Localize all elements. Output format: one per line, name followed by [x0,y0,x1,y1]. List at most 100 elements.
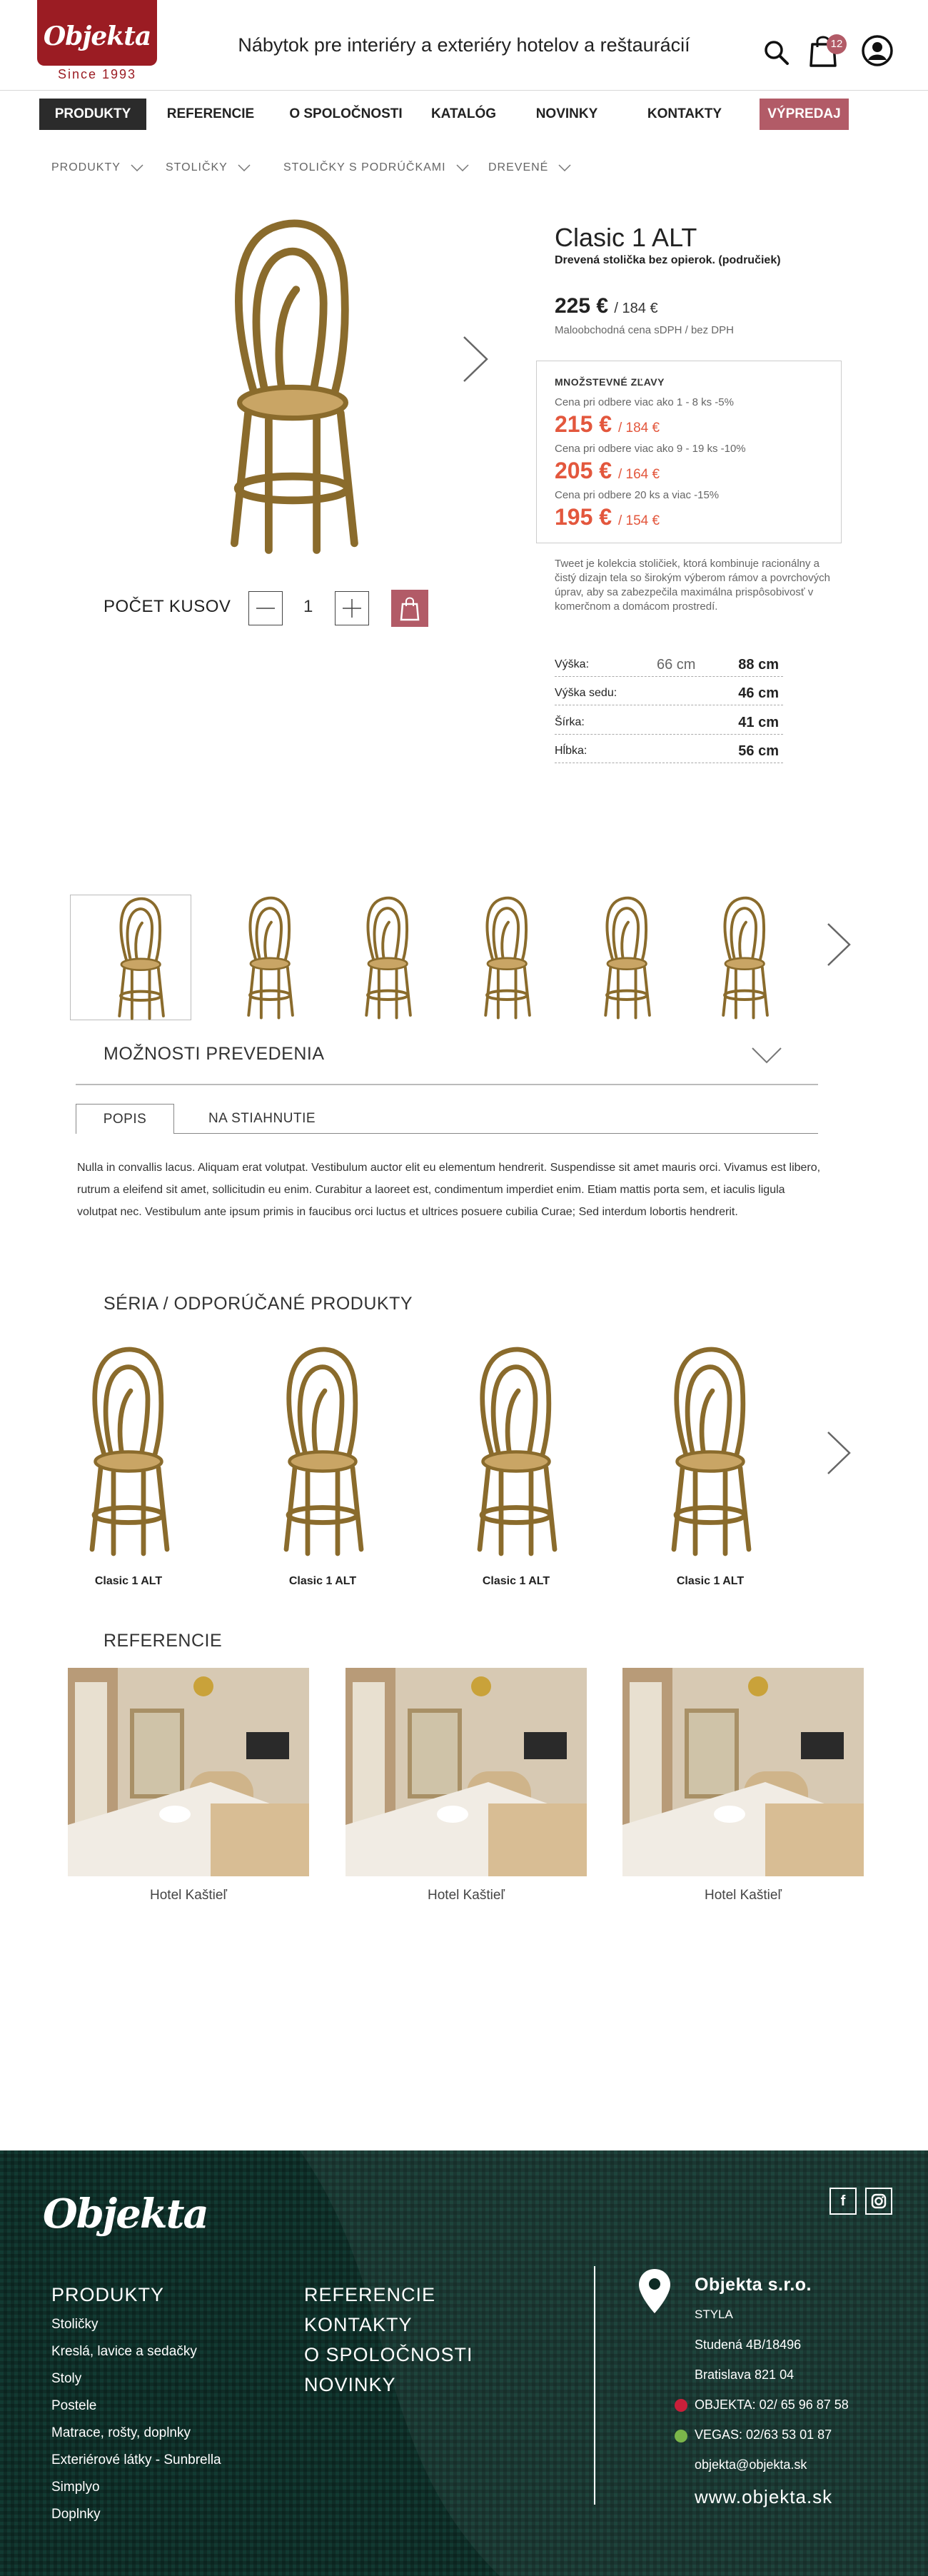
dimension-alt-value: 66 cm [657,657,696,673]
breadcrumb-label: STOLIČKY [166,161,228,173]
gallery-thumbnail[interactable] [557,895,678,1020]
discount-price: 205 € / 164 € [555,458,660,484]
related-product-name[interactable]: Clasic 1 ALT [50,1575,207,1588]
footer-email[interactable]: objekta@objekta.sk [695,2457,807,2472]
footer-product-link[interactable]: Stoly [51,2371,81,2387]
footer-products-title[interactable]: PRODUKTY [51,2284,164,2306]
related-product-name[interactable]: Clasic 1 ALT [632,1575,789,1588]
quantity-increase-button[interactable] [335,591,369,625]
discounts-title: MNOŽSTEVNÉ ZĽAVY [555,376,665,388]
reference-name[interactable]: Hotel Kaštieľ [346,1888,587,1903]
account-icon[interactable] [861,34,894,67]
search-icon[interactable] [762,39,791,67]
reference-image[interactable] [68,1668,309,1876]
gallery-thumbnail[interactable] [437,895,558,1020]
logo[interactable]: Objekta [37,0,157,66]
nav-kontakty[interactable]: KONTAKTY [637,99,732,130]
discount-price: 215 € / 184 € [555,411,660,438]
related-next-arrow-icon[interactable] [826,1431,852,1475]
phone-green-dot-icon [675,2430,687,2442]
discount-gross: 195 € [555,504,612,530]
discount-label: Cena pri odbere viac ako 9 - 19 ks -10% [555,443,746,455]
tab-na-stiahnutie[interactable]: NA STIAHNUTIE [187,1104,337,1134]
chevron-down-icon [558,164,571,171]
discount-gross: 205 € [555,458,612,483]
add-to-cart-button[interactable] [391,590,428,627]
related-product-image[interactable] [445,1344,587,1558]
nav-katalog[interactable]: KATALÓG [423,99,505,130]
image-next-arrow-icon[interactable] [461,336,490,383]
footer-product-link[interactable]: Kreslá, lavice a sedačky [51,2344,197,2360]
footer-divider [594,2266,595,2505]
product-title: Clasic 1 ALT [555,223,697,252]
dimension-label: Šírka: [555,716,585,728]
location-pin-icon [637,2268,672,2315]
discount-net: / 184 € [617,421,660,436]
related-product-image[interactable] [251,1344,394,1558]
footer-link-novinky[interactable]: NOVINKY [304,2374,396,2396]
dimension-value: 46 cm [738,685,779,701]
cart-count-badge: 12 [827,34,847,54]
gallery-thumbnail[interactable] [318,895,439,1020]
nav-novinky[interactable]: NOVINKY [525,99,609,130]
logo-since: Since 1993 [57,67,137,81]
related-product-name[interactable]: Clasic 1 ALT [244,1575,401,1588]
dimension-row: Šírka: 41 cm [555,706,783,735]
quantity-decrease-button[interactable] [248,591,283,625]
related-product-image[interactable] [639,1344,782,1558]
dimension-row: Výška: 66 cm 88 cm [555,648,783,677]
dimension-value: 41 cm [738,715,779,730]
footer-phone-objekta[interactable]: OBJEKTA: 02/ 65 96 87 58 [695,2398,849,2413]
footer-website[interactable]: www.objekta.sk [695,2486,832,2508]
gallery-thumbnail[interactable] [200,895,321,1020]
related-product-image[interactable] [57,1344,200,1558]
gallery-thumbnail[interactable] [675,895,796,1020]
reference-name[interactable]: Hotel Kaštieľ [68,1888,309,1903]
references-section-title: REFERENCIE [104,1631,223,1651]
price-note: Maloobchodná cena sDPH / bez DPH [555,324,734,336]
price-gross: 225 € [555,294,609,318]
nav-referencie[interactable]: REFERENCIE [158,99,263,130]
related-product-name[interactable]: Clasic 1 ALT [438,1575,595,1588]
reference-name[interactable]: Hotel Kaštieľ [622,1888,864,1903]
gallery-next-arrow-icon[interactable] [826,922,852,967]
facebook-icon[interactable]: f [829,2188,857,2215]
discount-price: 195 € / 154 € [555,504,660,530]
nav-produkty[interactable]: PRODUKTY [39,99,146,130]
footer-product-link[interactable]: Doplnky [51,2507,101,2522]
tab-content-text: Nulla in convallis lacus. Aliquam erat v… [77,1162,821,1218]
breadcrumb-item-podruckami[interactable]: STOLIČKY S PODRÚČKAMI [283,161,469,174]
footer-link-referencie[interactable]: REFERENCIE [304,2284,435,2306]
footer-logo[interactable]: Objekta [43,2190,209,2238]
breadcrumb-item-stolicky[interactable]: STOLIČKY [166,161,251,174]
product-main-image[interactable] [186,214,400,557]
quantity-value[interactable]: 1 [303,597,313,617]
nav-o-spolocnosti[interactable]: O SPOLOČNOSTI [280,99,412,130]
instagram-icon[interactable] [865,2188,892,2215]
gallery-thumbnail[interactable] [70,895,191,1020]
dimension-label: Výška: [555,658,590,670]
footer-product-link[interactable]: Simplyo [51,2480,100,2495]
discount-label: Cena pri odbere viac ako 1 - 8 ks -5% [555,396,734,408]
options-section-title[interactable]: MOŽNOSTI PREVEDENIA [104,1044,325,1065]
nav-vypredaj[interactable]: VÝPREDAJ [760,99,849,130]
footer-product-link[interactable]: Stoličky [51,2317,98,2333]
price-net: / 184 € [614,301,658,316]
tab-popis[interactable]: POPIS [76,1104,174,1134]
footer-link-kontakty[interactable]: KONTAKTY [304,2314,413,2336]
breadcrumb-item-drevene[interactable]: DREVENÉ [488,161,571,174]
dimension-label: Hĺbka: [555,745,587,757]
footer-product-link[interactable]: Postele [51,2398,96,2414]
chevron-down-icon[interactable] [751,1047,782,1064]
discount-gross: 215 € [555,411,612,437]
footer-product-link[interactable]: Exteriérové látky - Sunbrella [51,2452,221,2468]
footer-product-link[interactable]: Matrace, rošty, doplnky [51,2425,191,2441]
reference-image[interactable] [346,1668,587,1876]
breadcrumb-label: STOLIČKY S PODRÚČKAMI [283,161,446,173]
footer-phone-vegas[interactable]: VEGAS: 02/63 53 01 87 [695,2427,832,2442]
reference-image[interactable] [622,1668,864,1876]
footer-link-o-spolocnosti[interactable]: O SPOLOČNOSTI [304,2344,473,2366]
breadcrumb-item-produkty[interactable]: PRODUKTY [51,161,143,174]
tabs-underline [174,1133,818,1134]
phone-red-dot-icon [675,2399,687,2412]
